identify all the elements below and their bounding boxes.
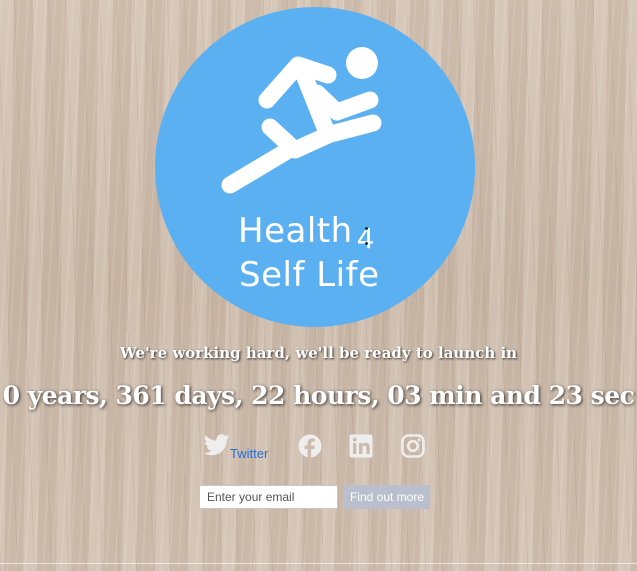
instagram-icon xyxy=(401,434,425,458)
twitter-icon xyxy=(204,434,230,456)
logo-colon-dots xyxy=(365,225,369,247)
twitter-link-icon[interactable] xyxy=(204,434,230,462)
countdown-timer: 0 years, 361 days, 22 hours, 03 min and … xyxy=(2,381,635,410)
bottom-divider xyxy=(0,563,637,564)
linkedin-icon xyxy=(349,434,373,458)
logo: Health 4 Self Life xyxy=(155,7,475,327)
instagram-link[interactable] xyxy=(401,434,425,462)
logo-text-self-life: Self Life xyxy=(239,255,380,295)
logo-text-health: Health 4 xyxy=(238,211,375,255)
find-out-more-button[interactable]: Find out more xyxy=(344,485,430,509)
facebook-link[interactable] xyxy=(298,434,322,462)
facebook-icon xyxy=(298,434,322,458)
email-input[interactable] xyxy=(199,485,338,509)
launch-tagline: We're working hard, we'll be ready to la… xyxy=(119,344,518,362)
linkedin-link[interactable] xyxy=(349,434,373,462)
runner-icon xyxy=(221,47,382,194)
twitter-link[interactable]: Twitter xyxy=(230,446,268,461)
